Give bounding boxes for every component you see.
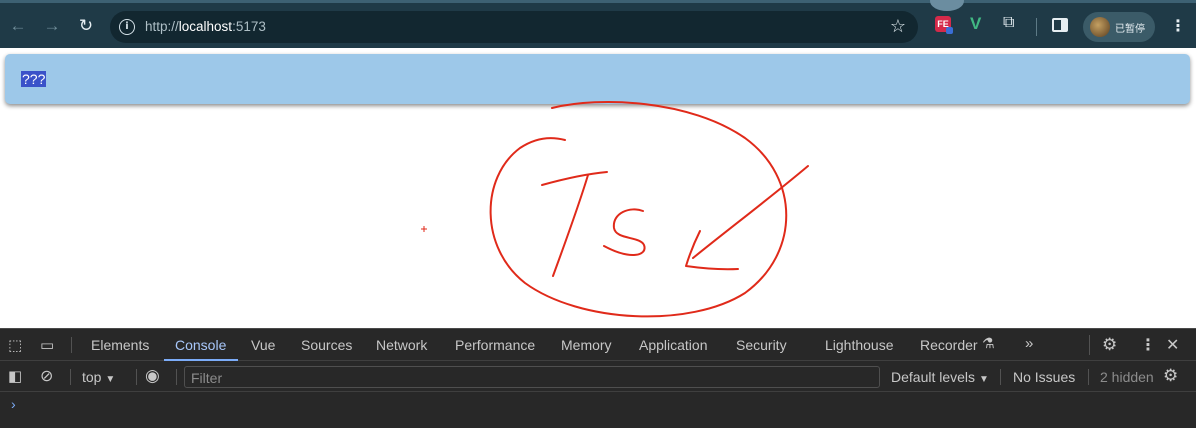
tab-lighthouse[interactable]: Lighthouse [825, 337, 894, 353]
url-scheme: http:// [145, 19, 179, 34]
clear-console-icon[interactable]: ⊘ [40, 366, 53, 386]
log-levels-dropdown[interactable]: Default levels ▼ [891, 369, 989, 385]
tab-divider [1089, 335, 1090, 355]
tab-sources[interactable]: Sources [301, 337, 352, 353]
tab-memory[interactable]: Memory [561, 337, 612, 353]
browser-menu-icon[interactable]: ⋮ [1170, 16, 1186, 36]
filter-input[interactable]: Filter [184, 366, 880, 388]
console-toolbar: ◧ ⊘ top ▼ ◉ Filter Default levels ▼ No I… [0, 362, 1196, 392]
tab-recorder[interactable]: Recorder [920, 337, 978, 353]
tab-elements[interactable]: Elements [91, 337, 149, 353]
settings-gear-icon[interactable]: ⚙ [1102, 335, 1117, 355]
page-content: ??? Ts [0, 48, 1196, 328]
console-settings-gear-icon[interactable]: ⚙ [1163, 366, 1178, 386]
toolbar-divider [176, 369, 177, 385]
annotation-layer: Ts [0, 48, 809, 318]
chevron-down-icon: ▼ [105, 374, 116, 385]
tab-divider [71, 337, 72, 353]
devtools-menu-icon[interactable]: ⋮ [1140, 335, 1156, 355]
tab-console[interactable]: Console [175, 337, 226, 353]
tab-edge [930, 0, 964, 11]
url-host: localhost [178, 19, 233, 34]
address-bar[interactable]: i http://localhost:5173 ☆ [110, 11, 918, 43]
reload-icon[interactable]: ↻ [76, 16, 96, 36]
flask-icon: ⚗ [982, 335, 995, 351]
cursor-icon [421, 226, 427, 232]
avatar [1090, 17, 1110, 37]
devtools-tab-bar: ⬚ ▭ Elements Console Vue Sources Network… [0, 329, 1196, 361]
screenshot-root: ← → ↻ i http://localhost:5173 ☆ FE V ⧉ 已… [0, 0, 1196, 428]
puzzle-icon[interactable]: ⧉ [1003, 14, 1014, 32]
annotation-t-stem [552, 174, 589, 277]
tab-security[interactable]: Security [736, 337, 787, 353]
toolbar-divider [136, 369, 137, 385]
browser-toolbar: ← → ↻ i http://localhost:5173 ☆ FE V ⧉ 已… [0, 0, 1196, 48]
context-selector[interactable]: top ▼ [82, 369, 115, 385]
hidden-count: 2 hidden [1100, 369, 1154, 385]
annotation-t-bar [541, 171, 608, 186]
console-prompt-icon[interactable]: › [11, 396, 16, 412]
vue-devtools-icon[interactable]: V [970, 14, 981, 34]
close-icon[interactable]: ✕ [1166, 335, 1179, 355]
log-levels-label: Default levels [891, 369, 976, 385]
chevron-down-icon: ▼ [978, 374, 989, 385]
back-arrow-icon[interactable]: ← [8, 16, 28, 36]
toolbar-divider [1000, 369, 1001, 385]
side-panel-icon[interactable] [1052, 18, 1068, 32]
tab-network[interactable]: Network [376, 337, 427, 353]
device-toolbar-icon[interactable]: ▭ [40, 336, 54, 354]
url-port: :5173 [232, 19, 266, 34]
active-tab-indicator [164, 359, 238, 361]
devtools-panel: ⬚ ▭ Elements Console Vue Sources Network… [0, 328, 1196, 428]
tab-vue[interactable]: Vue [251, 337, 275, 353]
context-label: top [82, 369, 102, 385]
filter-placeholder: Filter [191, 370, 223, 386]
toolbar-divider [70, 369, 71, 385]
annotation-label: Ts [0, 48, 2, 49]
url-text[interactable]: http://localhost:5173 [145, 19, 266, 34]
toolbar-divider [1088, 369, 1089, 385]
tab-performance[interactable]: Performance [455, 337, 535, 353]
annotation-arrow-shaft [692, 165, 809, 259]
more-tabs-icon[interactable]: » [1025, 335, 1033, 352]
annotation-s [603, 208, 646, 256]
inspect-element-icon[interactable]: ⬚ [8, 336, 22, 354]
sidebar-toggle-icon[interactable]: ◧ [8, 367, 22, 385]
tab-application[interactable]: Application [639, 337, 708, 353]
eye-icon[interactable]: ◉ [145, 366, 160, 386]
toolbar-divider [1036, 18, 1037, 36]
annotation-arrow-head [685, 230, 739, 271]
bookmark-star-icon[interactable]: ☆ [890, 16, 906, 37]
profile-button[interactable]: 已暂停 [1083, 12, 1155, 42]
forward-arrow-icon[interactable]: → [42, 16, 62, 36]
profile-status: 已暂停 [1115, 24, 1145, 35]
site-info-icon[interactable]: i [119, 19, 135, 35]
fe-helper-icon[interactable]: FE [935, 16, 953, 34]
issues-button[interactable]: No Issues [1013, 369, 1075, 385]
